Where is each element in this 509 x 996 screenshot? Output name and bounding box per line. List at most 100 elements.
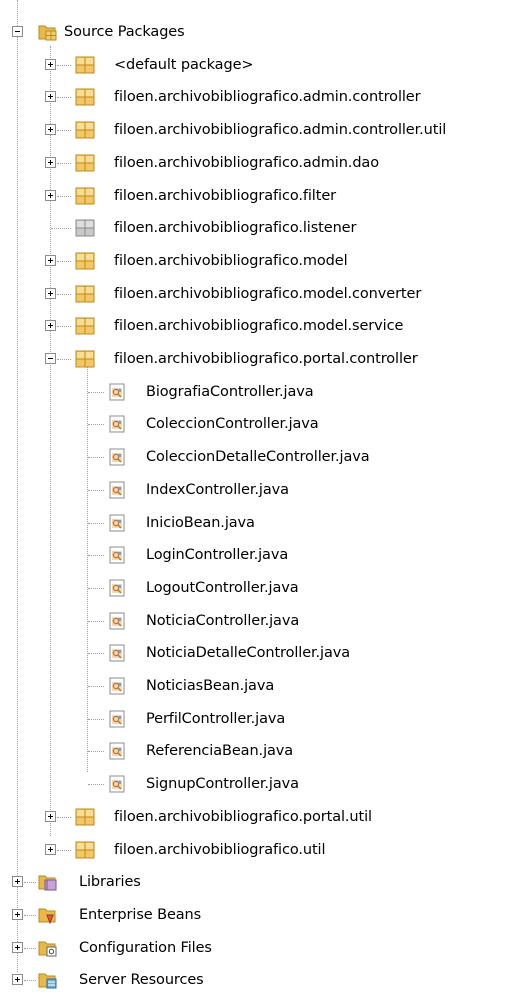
tree-node-java-file[interactable]: ReferenciaBean.java [0, 735, 509, 767]
tree-node-package[interactable]: filoen.archivobibliografico.listener [0, 212, 509, 244]
tree-node-java-file[interactable]: NoticiaDetalleController.java [0, 637, 509, 669]
tree-node-label: ReferenciaBean.java [146, 743, 294, 760]
tree-node-label: <default package> [114, 56, 254, 73]
java-class-icon [107, 774, 127, 794]
tree-node-label: NoticiaDetalleController.java [146, 645, 351, 662]
tree-node-label: PerfilController.java [146, 710, 286, 727]
package-icon [75, 840, 95, 860]
tree-node-label: Server Resources [79, 972, 204, 989]
java-class-icon [107, 382, 127, 402]
tree-guide [88, 424, 104, 426]
expand-toggle-icon[interactable] [45, 254, 56, 266]
tree-node-source-packages[interactable]: Source Packages [0, 16, 509, 48]
tree-node-label: filoen.archivobibliografico.admin.dao [114, 154, 379, 171]
empty-package-icon [75, 218, 95, 238]
configuration-files-icon [38, 938, 58, 958]
tree-node-package[interactable]: filoen.archivobibliografico.admin.dao [0, 147, 509, 179]
tree-node-java-file[interactable]: LoginController.java [0, 539, 509, 571]
expand-toggle-icon[interactable] [45, 91, 56, 103]
package-icon [75, 349, 95, 369]
tree-node-java-file[interactable]: InicioBean.java [0, 507, 509, 539]
expand-toggle-icon[interactable] [12, 908, 23, 920]
collapse-toggle-icon[interactable] [45, 353, 56, 364]
collapse-toggle-icon[interactable] [12, 26, 23, 37]
tree-node-package[interactable]: filoen.archivobibliografico.admin.contro… [0, 114, 509, 146]
libraries-icon [38, 872, 58, 892]
tree-node-java-file[interactable]: NoticiasBean.java [0, 670, 509, 702]
tree-node-label: filoen.archivobibliografico.admin.contro… [114, 122, 447, 139]
tree-node-package[interactable]: filoen.archivobibliografico.model.conver… [0, 278, 509, 310]
tree-node-label: filoen.archivobibliografico.listener [114, 220, 357, 237]
tree-guide [88, 522, 104, 524]
source-packages-folder-icon [38, 25, 57, 41]
tree-guide [57, 97, 71, 99]
tree-node-package[interactable]: filoen.archivobibliografico.portal.util [0, 801, 509, 833]
tree-node-label: filoen.archivobibliografico.model.servic… [114, 318, 404, 335]
tree-node-package[interactable]: filoen.archivobibliografico.admin.contro… [0, 81, 509, 113]
tree-node-package[interactable]: filoen.archivobibliografico.filter [0, 180, 509, 212]
package-icon [75, 153, 95, 173]
tree-node-java-file[interactable]: BiografiaController.java [0, 376, 509, 408]
tree-node-package[interactable]: filoen.archivobibliografico.util [0, 834, 509, 866]
tree-node-label: Enterprise Beans [79, 906, 202, 923]
tree-node-java-file[interactable]: ColeccionDetalleController.java [0, 441, 509, 473]
package-icon [75, 120, 95, 140]
tree-node-java-file[interactable]: ColeccionController.java [0, 408, 509, 440]
expand-toggle-icon[interactable] [45, 810, 56, 822]
tree-node-java-file[interactable]: SignupController.java [0, 768, 509, 800]
tree-guide [57, 816, 71, 818]
tree-guide [51, 228, 71, 230]
java-class-icon [107, 578, 127, 598]
java-class-icon [107, 676, 127, 696]
tree-node-label: filoen.archivobibliografico.filter [114, 187, 337, 204]
tree-node-label: filoen.archivobibliografico.portal.util [114, 808, 372, 825]
java-class-icon [107, 643, 127, 663]
expand-toggle-icon[interactable] [45, 124, 56, 136]
tree-guide [88, 489, 104, 491]
expand-toggle-icon[interactable] [45, 189, 56, 201]
tree-node-libraries[interactable]: Libraries [0, 866, 509, 898]
tree-guide [24, 980, 36, 982]
tree-guide [57, 359, 71, 360]
tree-node-package[interactable]: filoen.archivobibliografico.portal.contr… [0, 343, 509, 375]
java-class-icon [107, 741, 127, 761]
tree-guide [57, 130, 71, 132]
tree-node-java-file[interactable]: PerfilController.java [0, 703, 509, 735]
server-resources-icon [38, 970, 58, 990]
tree-guide [57, 326, 71, 328]
tree-node-java-file[interactable]: NoticiaController.java [0, 605, 509, 637]
tree-node-label: InicioBean.java [146, 514, 255, 531]
package-icon [75, 55, 95, 75]
tree-node-enterprise-beans[interactable]: Enterprise Beans [0, 899, 509, 931]
tree-node-label: filoen.archivobibliografico.admin.contro… [114, 89, 421, 106]
tree-node-configuration-files[interactable]: Configuration Files [0, 932, 509, 964]
tree-node-label: filoen.archivobibliografico.model.conver… [114, 285, 422, 302]
tree-node-java-file[interactable]: LogoutController.java [0, 572, 509, 604]
expand-toggle-icon[interactable] [45, 58, 56, 70]
expand-toggle-icon[interactable] [45, 156, 56, 168]
tree-node-java-file[interactable]: IndexController.java [0, 474, 509, 506]
tree-node-server-resources[interactable]: Server Resources [0, 964, 509, 996]
tree-node-package[interactable]: filoen.archivobibliografico.model.servic… [0, 310, 509, 342]
tree-node-label: Source Packages [64, 24, 185, 40]
tree-node-package[interactable]: filoen.archivobibliografico.model [0, 245, 509, 277]
tree-node-label: LoginController.java [146, 547, 289, 564]
java-class-icon [107, 513, 127, 533]
expand-toggle-icon[interactable] [45, 843, 56, 855]
tree-guide [24, 914, 36, 916]
tree-node-label: filoen.archivobibliografico.model [114, 252, 348, 269]
expand-toggle-icon[interactable] [45, 320, 56, 332]
expand-toggle-icon[interactable] [12, 876, 23, 888]
expand-toggle-icon[interactable] [45, 287, 56, 299]
tree-node-label: Configuration Files [79, 939, 212, 956]
expand-toggle-icon[interactable] [12, 941, 23, 953]
tree-guide [24, 947, 36, 949]
project-tree: Source Packages <default package> filoen… [0, 0, 509, 989]
java-class-icon [107, 545, 127, 565]
tree-guide [88, 587, 104, 589]
tree-node-label: ColeccionDetalleController.java [146, 449, 370, 466]
tree-guide [88, 620, 104, 622]
tree-node-package[interactable]: <default package> [0, 49, 509, 81]
expand-toggle-icon[interactable] [12, 974, 23, 986]
tree-guide [88, 653, 104, 655]
